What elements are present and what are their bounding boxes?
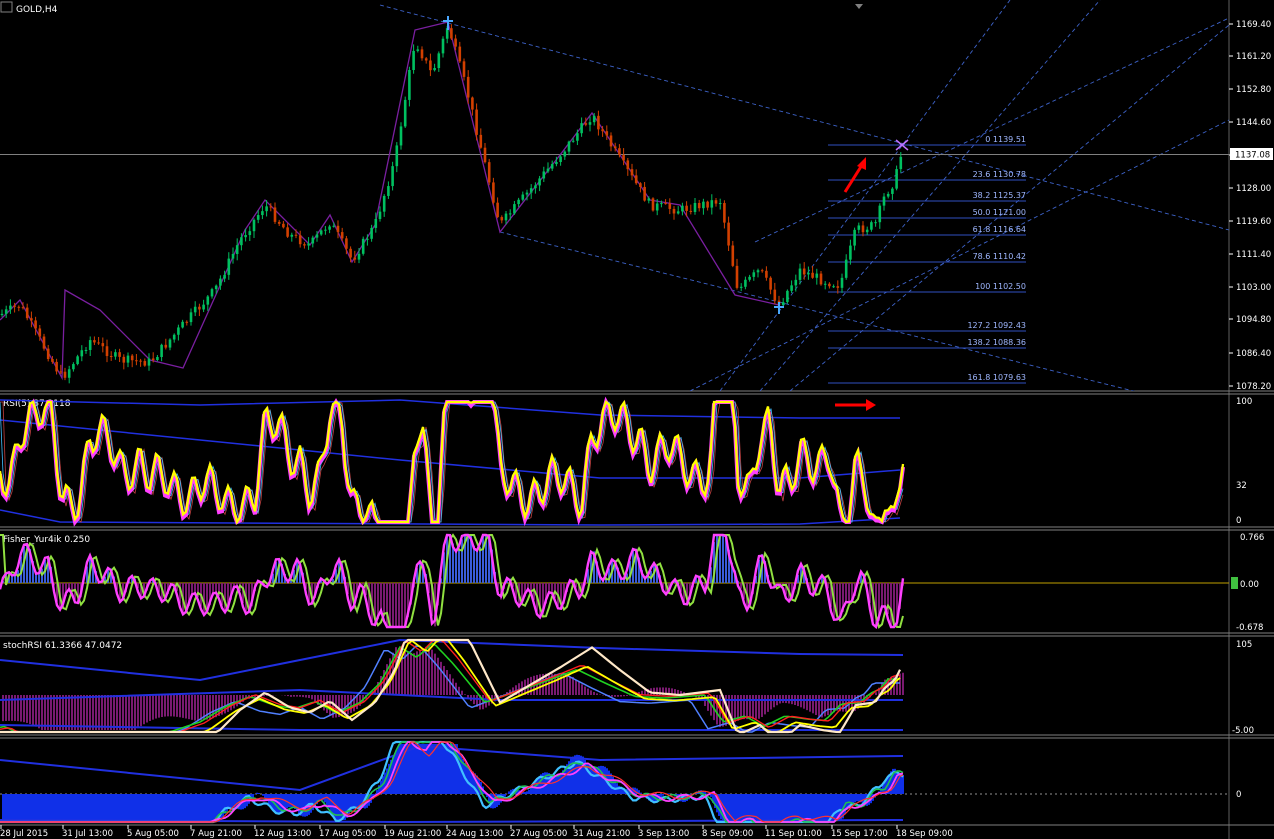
- time-axis-label: 7 Aug 21:00: [190, 829, 242, 839]
- price-axis: 1169.401161.201152.801144.601136.401128.…: [1229, 20, 1271, 392]
- fisher-value-tag: [1231, 577, 1238, 589]
- rsi-panel[interactable]: RSI(5) 87.2118 100 32 0: [0, 393, 1274, 528]
- price-axis-label: 1078.20: [1236, 382, 1271, 392]
- price-axis-label: 1086.40: [1236, 349, 1271, 359]
- fibonacci-retracement[interactable]: [828, 144, 1026, 384]
- time-axis-label: 8 Sep 09:00: [702, 829, 753, 839]
- trading-chart[interactable]: GOLD,H4 0 1139.5123.6 1130.7838.2 1125.3…: [0, 0, 1274, 839]
- fib-level-label: 0 1139.51: [985, 135, 1026, 144]
- time-axis-label: 31 Jul 13:00: [62, 829, 113, 839]
- fib-level-label: 138.2 1088.36: [967, 338, 1026, 347]
- time-axis-label: 19 Aug 21:00: [384, 829, 441, 839]
- stochrsi-title: stochRSI 61.3366 47.0472: [3, 641, 122, 651]
- fib-level-label: 50.0 1121.00: [973, 208, 1026, 217]
- time-axis-label: 27 Aug 05:00: [510, 829, 567, 839]
- time-axis-label: 28 Jul 2015: [0, 829, 48, 839]
- fib-level-label: 61.8 1116.64: [973, 225, 1026, 234]
- fib-level-label: 100 1102.50: [975, 282, 1026, 291]
- chart-menu-icon[interactable]: [0, 1, 13, 13]
- fisher-scale-top: 0.766: [1240, 533, 1264, 543]
- time-axis-label: 17 Aug 05:00: [319, 829, 376, 839]
- price-axis-label: 1169.40: [1236, 20, 1271, 30]
- stochrsi-panel[interactable]: stochRSI 61.3366 47.0472 105 -5.00: [0, 635, 1274, 736]
- time-axis-label: 3 Sep 13:00: [638, 829, 689, 839]
- price-axis-label: 1128.00: [1236, 184, 1271, 194]
- fibonacci-labels: 0 1139.51 23.6 1130.78 38.2 1125.37 50.0 11…: [967, 135, 1026, 382]
- fisher-scale-bottom: -0.678: [1236, 623, 1263, 633]
- fisher-scale-mid: 0.00: [1240, 580, 1259, 590]
- rsi-scale-bottom: 0: [1236, 516, 1241, 526]
- shift-marker-icon[interactable]: [855, 4, 863, 9]
- right-arrow-icon: [835, 399, 876, 411]
- time-axis-label: 12 Aug 13:00: [254, 829, 311, 839]
- price-axis-label: 1144.60: [1236, 118, 1271, 128]
- time-axis-label: 15 Sep 17:00: [831, 829, 888, 839]
- fib-level-label: 78.6 1110.42: [973, 252, 1026, 261]
- time-axis-label: 24 Aug 13:00: [446, 829, 503, 839]
- time-axis-label: 18 Sep 09:00: [896, 829, 953, 839]
- zigzag-indicator: [0, 21, 780, 381]
- fib-level-label: 23.6 1130.78: [973, 170, 1026, 179]
- time-axis-label: 31 Aug 21:00: [573, 829, 630, 839]
- stochrsi-scale-top: 105: [1236, 640, 1252, 650]
- candlesticks: [0, 24, 903, 384]
- price-axis-label: 1161.20: [1236, 52, 1271, 62]
- time-axis-label: 5 Aug 05:00: [127, 829, 179, 839]
- fib-level-label: 127.2 1092.43: [967, 321, 1026, 330]
- trend-lines[interactable]: [379, 0, 1229, 415]
- chart-title: GOLD,H4: [16, 5, 58, 15]
- rsi-scale-mid: 32: [1236, 481, 1247, 491]
- time-axis: 28 Jul 2015 31 Jul 13:00 5 Aug 05:00 7 Aug …: [0, 825, 953, 839]
- fisher-panel[interactable]: Fisher_Yur4ik 0.250 0.766 0.00 -0.678: [0, 529, 1274, 634]
- fisher-title: Fisher_Yur4ik 0.250: [3, 535, 90, 545]
- fib-level-label: 161.8 1079.63: [967, 373, 1026, 382]
- rsi-scale-top: 100: [1236, 397, 1252, 407]
- price-axis-label: 1094.80: [1236, 315, 1271, 325]
- price-axis-label: 1111.40: [1236, 250, 1271, 260]
- time-axis-label: 11 Sep 01:00: [765, 829, 822, 839]
- stochrsi-scale-bottom: -5.00: [1232, 726, 1254, 736]
- price-axis-label: 1152.80: [1236, 85, 1271, 95]
- price-axis-label: 1119.60: [1236, 217, 1271, 227]
- oscillator-panel[interactable]: 0: [0, 737, 1274, 826]
- current-price-text: 1137.08: [1235, 151, 1270, 161]
- oscillator-scale-zero: 0: [1236, 790, 1241, 800]
- price-axis-label: 1103.00: [1236, 283, 1271, 293]
- up-arrow-icon: [843, 157, 866, 193]
- fib-level-label: 38.2 1125.37: [973, 191, 1026, 200]
